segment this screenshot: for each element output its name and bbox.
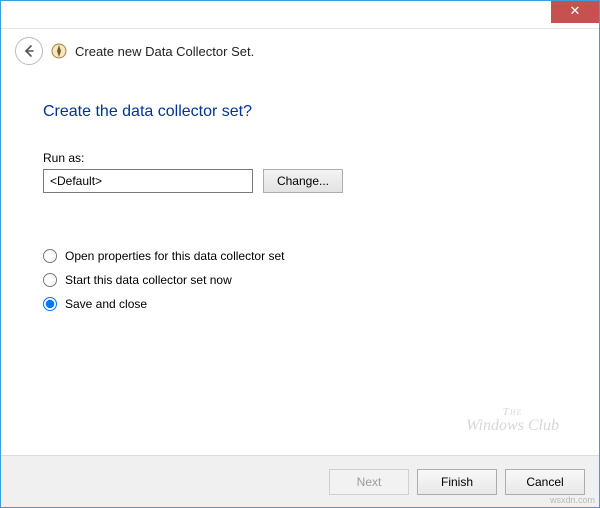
content-area: Create the data collector set? Run as: C… (1, 73, 599, 311)
option-label: Save and close (65, 297, 147, 311)
titlebar: ✕ (1, 1, 599, 29)
close-icon: ✕ (570, 3, 581, 18)
option-open-properties[interactable]: Open properties for this data collector … (43, 249, 557, 263)
radio-start-now[interactable] (43, 273, 57, 287)
radio-open-properties[interactable] (43, 249, 57, 263)
watermark-line1: The (466, 407, 559, 419)
back-arrow-icon (22, 44, 36, 58)
watermark: The Windows Club (466, 407, 559, 435)
next-button: Next (329, 469, 409, 495)
runas-label: Run as: (43, 151, 557, 165)
change-button[interactable]: Change... (263, 169, 343, 193)
option-save-close[interactable]: Save and close (43, 297, 557, 311)
wizard-window: ✕ Create new Data Collector Set. Create … (0, 0, 600, 508)
cancel-button[interactable]: Cancel (505, 469, 585, 495)
close-button[interactable]: ✕ (551, 1, 599, 23)
page-question: Create the data collector set? (43, 103, 557, 121)
header: Create new Data Collector Set. (1, 29, 599, 73)
finish-button[interactable]: Finish (417, 469, 497, 495)
wizard-title: Create new Data Collector Set. (75, 44, 254, 59)
options-group: Open properties for this data collector … (43, 249, 557, 311)
radio-save-close[interactable] (43, 297, 57, 311)
watermark-line2: Windows Club (466, 418, 559, 435)
option-label: Start this data collector set now (65, 273, 232, 287)
back-button[interactable] (15, 37, 43, 65)
option-start-now[interactable]: Start this data collector set now (43, 273, 557, 287)
runas-input[interactable] (43, 169, 253, 193)
option-label: Open properties for this data collector … (65, 249, 284, 263)
compass-icon (51, 43, 67, 59)
footer: Next Finish Cancel (1, 455, 599, 507)
